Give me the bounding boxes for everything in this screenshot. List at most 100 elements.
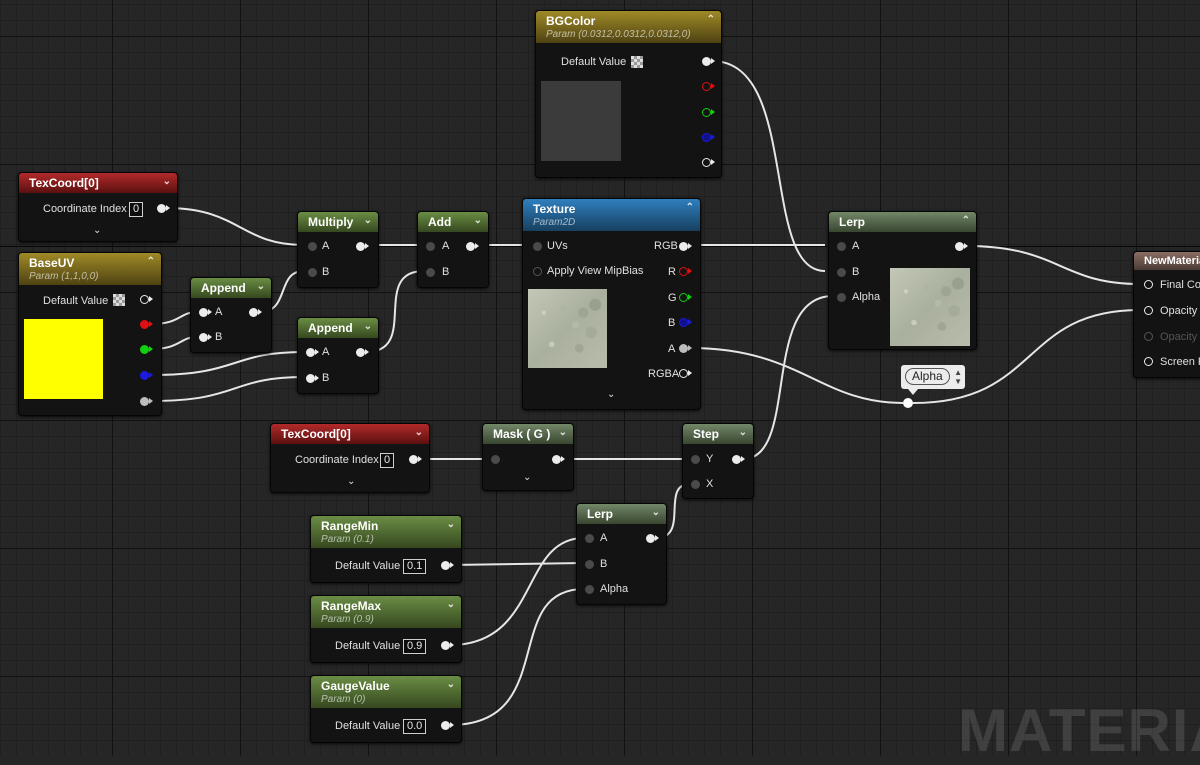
node-header[interactable]: TexCoord[0] ⌄ xyxy=(271,424,429,444)
pin-icon[interactable]: ▲ ▼ xyxy=(954,368,962,386)
chevron-up-icon[interactable]: ⌃ xyxy=(707,14,715,25)
node-header[interactable]: Lerp ⌄ xyxy=(577,504,666,524)
input-pin-opacity[interactable] xyxy=(1144,306,1153,315)
input-pin-y[interactable] xyxy=(691,455,700,464)
expand-chevron-icon[interactable]: ⌄ xyxy=(347,476,355,487)
input-pin-screen-position[interactable] xyxy=(1144,357,1153,366)
node-material-output[interactable]: NewMateria Final Col Opacity Opacity Scr… xyxy=(1133,251,1200,378)
output-pin[interactable] xyxy=(955,242,968,251)
node-header[interactable]: Append ⌄ xyxy=(298,318,378,338)
input-pin-a[interactable] xyxy=(199,308,212,317)
output-pin-b[interactable] xyxy=(702,133,715,142)
chevron-up-icon[interactable]: ⌃ xyxy=(962,215,970,226)
node-header[interactable]: BaseUV Param (1,1,0,0) ⌃ xyxy=(19,253,161,285)
node-append[interactable]: Append ⌄ A B xyxy=(190,277,272,353)
output-pin[interactable] xyxy=(466,242,479,251)
node-header[interactable]: Append ⌄ xyxy=(191,278,271,298)
node-rangemax[interactable]: RangeMax Param (0.9) ⌄ Default Value 0.9 xyxy=(310,595,462,663)
expand-chevron-icon[interactable]: ⌄ xyxy=(607,389,615,400)
output-pin[interactable] xyxy=(441,721,454,730)
node-texcoord[interactable]: TexCoord[0] ⌄ Coordinate Index 0 ⌄ xyxy=(18,172,178,242)
input-pin-b[interactable] xyxy=(308,268,317,277)
node-header[interactable]: Lerp ⌃ xyxy=(829,212,976,232)
chevron-down-icon[interactable]: ⌄ xyxy=(447,519,455,530)
input-pin-a[interactable] xyxy=(306,348,319,357)
output-pin-g[interactable] xyxy=(140,345,153,354)
chevron-down-icon[interactable]: ⌄ xyxy=(447,599,455,610)
input-pin[interactable] xyxy=(491,455,500,464)
output-pin-b[interactable] xyxy=(140,371,153,380)
node-header[interactable]: Step ⌄ xyxy=(683,424,753,444)
color-picker-swatch[interactable] xyxy=(631,56,643,68)
node-component-mask[interactable]: Mask ( G ) ⌄ ⌄ xyxy=(482,423,574,491)
node-add[interactable]: Add ⌄ A B xyxy=(417,211,489,288)
node-lerp[interactable]: Lerp ⌄ A B Alpha xyxy=(576,503,667,605)
input-pin-alpha[interactable] xyxy=(837,293,846,302)
input-pin-a[interactable] xyxy=(308,242,317,251)
node-append[interactable]: Append ⌄ A B xyxy=(297,317,379,394)
color-picker-swatch[interactable] xyxy=(113,294,125,306)
chevron-down-icon[interactable]: ⌄ xyxy=(559,427,567,438)
output-pin-rgb[interactable] xyxy=(679,242,692,251)
node-texture-sample[interactable]: Texture Param2D ⌃ UVs Apply View MipBias R… xyxy=(522,198,701,410)
output-pin[interactable] xyxy=(249,308,262,317)
output-pin[interactable] xyxy=(356,348,369,357)
input-pin-b[interactable] xyxy=(199,333,212,342)
chevron-down-icon[interactable]: ⌄ xyxy=(364,215,372,226)
chevron-down-icon[interactable]: ⌄ xyxy=(739,427,747,438)
output-pin-a[interactable] xyxy=(679,344,692,353)
chevron-up-icon[interactable]: ⌃ xyxy=(147,256,155,267)
node-header[interactable]: RangeMax Param (0.9) ⌄ xyxy=(311,596,461,628)
node-rangemin[interactable]: RangeMin Param (0.1) ⌄ Default Value 0.1 xyxy=(310,515,462,583)
input-pin-b[interactable] xyxy=(306,374,319,383)
node-header[interactable]: BGColor Param (0.0312,0.0312,0.0312,0) ⌃ xyxy=(536,11,721,43)
output-pin[interactable] xyxy=(157,204,170,213)
node-baseuv[interactable]: BaseUV Param (1,1,0,0) ⌃ Default Value xyxy=(18,252,162,416)
reroute-comment-bubble[interactable]: Alpha ▲ ▼ xyxy=(901,365,965,395)
node-header[interactable]: RangeMin Param (0.1) ⌄ xyxy=(311,516,461,548)
output-pin-b[interactable] xyxy=(679,318,692,327)
node-header[interactable]: Multiply ⌄ xyxy=(298,212,378,232)
default-value-input[interactable]: 0.9 xyxy=(403,639,427,654)
output-pin[interactable] xyxy=(732,455,745,464)
node-header[interactable]: GaugeValue Param (0) ⌄ xyxy=(311,676,461,708)
output-pin-rgba[interactable] xyxy=(140,295,153,304)
expand-chevron-icon[interactable]: ⌄ xyxy=(523,472,531,483)
node-multiply[interactable]: Multiply ⌄ A B xyxy=(297,211,379,288)
coordinate-index-input[interactable]: 0 xyxy=(380,453,395,468)
output-pin[interactable] xyxy=(552,455,565,464)
chevron-down-icon[interactable]: ⌄ xyxy=(415,427,423,438)
output-pin-g[interactable] xyxy=(679,293,692,302)
input-pin-alpha[interactable] xyxy=(585,585,594,594)
coordinate-index-input[interactable]: 0 xyxy=(129,202,144,217)
input-pin-b[interactable] xyxy=(426,268,435,277)
input-pin-b[interactable] xyxy=(585,560,594,569)
input-pin-mipbias[interactable] xyxy=(533,267,542,276)
default-value-input[interactable]: 0.1 xyxy=(403,559,427,574)
node-header[interactable]: Mask ( G ) ⌄ xyxy=(483,424,573,444)
input-pin-b[interactable] xyxy=(837,268,846,277)
expand-chevron-icon[interactable]: ⌄ xyxy=(93,225,101,236)
output-pin-rgba[interactable] xyxy=(679,369,692,378)
node-step[interactable]: Step ⌄ Y X xyxy=(682,423,754,499)
node-header[interactable]: Texture Param2D ⌃ xyxy=(523,199,700,231)
output-pin-r[interactable] xyxy=(679,267,692,276)
output-pin-a[interactable] xyxy=(140,397,153,406)
output-pin-rgb[interactable] xyxy=(702,57,715,66)
chevron-down-icon[interactable]: ⌄ xyxy=(474,215,482,226)
node-bgcolor[interactable]: BGColor Param (0.0312,0.0312,0.0312,0) ⌃ D… xyxy=(535,10,722,178)
input-pin-uvs[interactable] xyxy=(533,242,542,251)
output-pin[interactable] xyxy=(441,561,454,570)
default-value-input[interactable]: 0.0 xyxy=(403,719,427,734)
node-texcoord[interactable]: TexCoord[0] ⌄ Coordinate Index 0 ⌄ xyxy=(270,423,430,493)
chevron-down-icon[interactable]: ⌄ xyxy=(447,679,455,690)
input-pin-final-color[interactable] xyxy=(1144,280,1153,289)
input-pin-x[interactable] xyxy=(691,480,700,489)
output-pin-g[interactable] xyxy=(702,108,715,117)
node-header[interactable]: Add ⌄ xyxy=(418,212,488,232)
node-header[interactable]: TexCoord[0] ⌄ xyxy=(19,173,177,193)
node-gaugevalue[interactable]: GaugeValue Param (0) ⌄ Default Value 0.0 xyxy=(310,675,462,743)
output-pin[interactable] xyxy=(356,242,369,251)
node-header[interactable]: NewMateria xyxy=(1134,252,1200,270)
input-pin-a[interactable] xyxy=(837,242,846,251)
